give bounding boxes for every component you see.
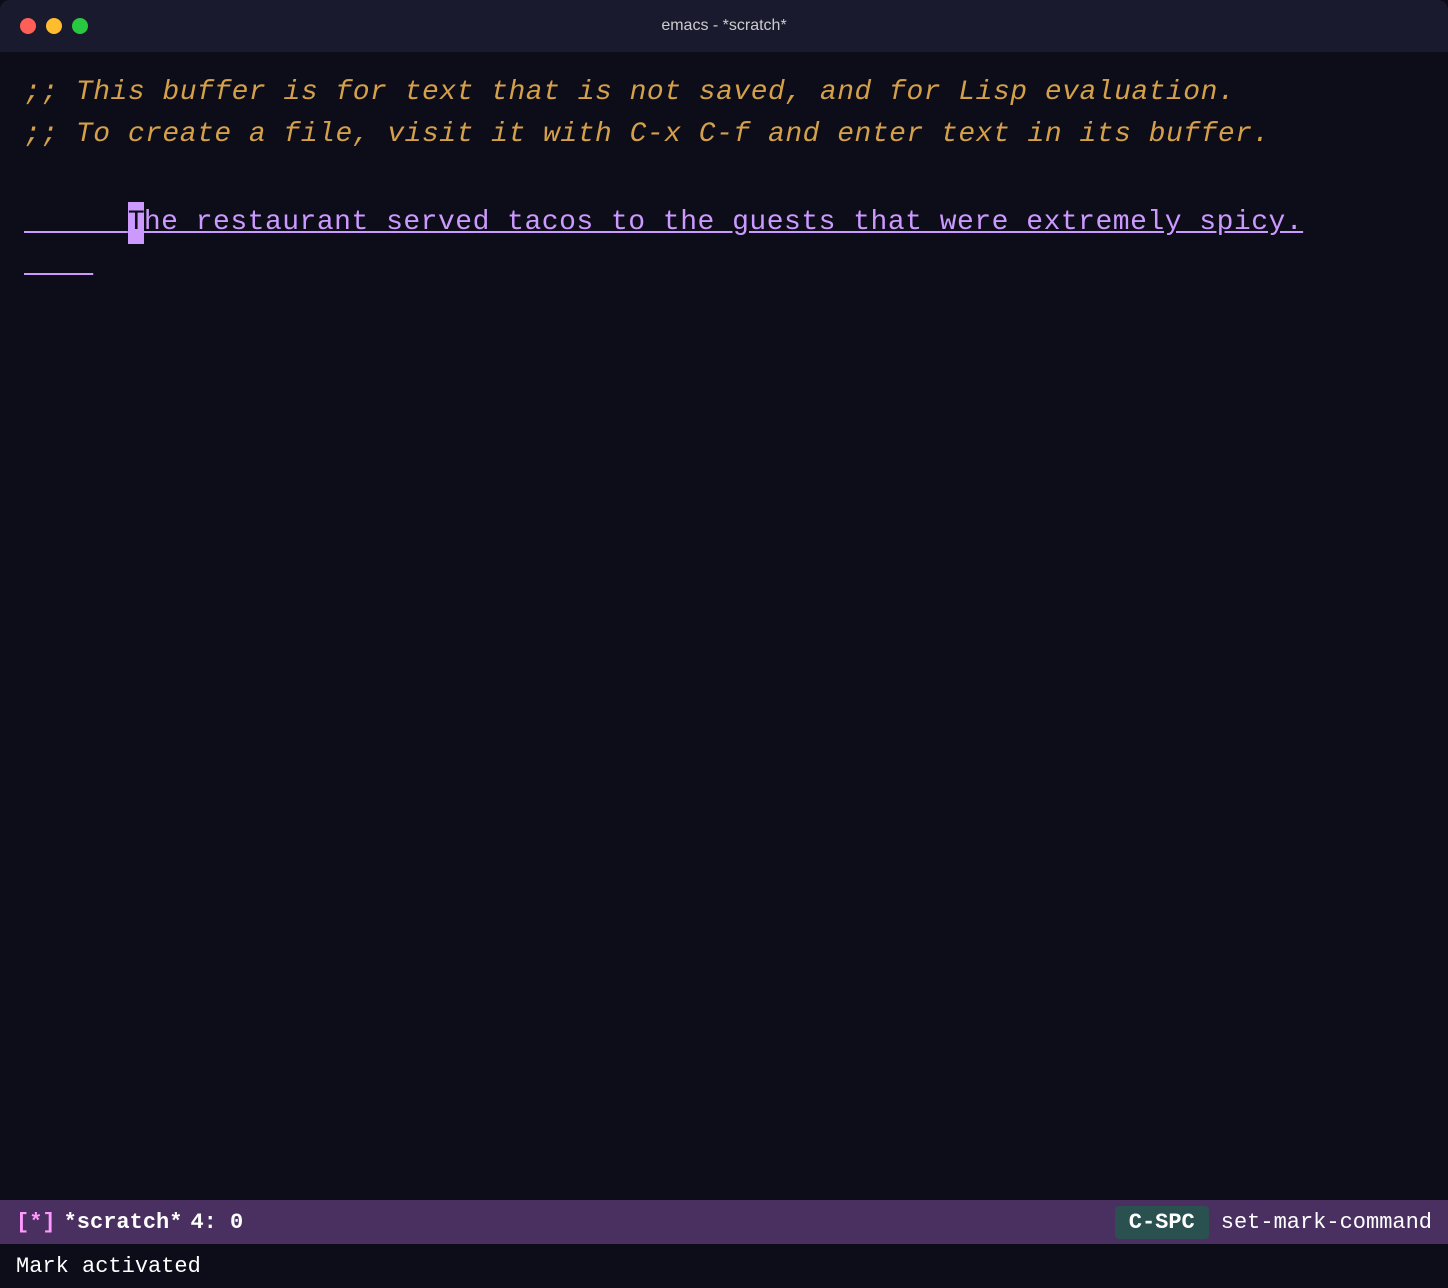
comment-line-2: ;; To create a file, visit it with C-x C…: [24, 114, 1424, 156]
mode-line-position: 4: 0: [190, 1210, 243, 1235]
mode-line-buffer-name: *scratch*: [64, 1210, 183, 1235]
minimize-button[interactable]: [46, 18, 62, 34]
content-line: The restaurant served tacos to the guest…: [24, 160, 1424, 286]
window-title: emacs - *scratch*: [661, 17, 786, 35]
command-name: set-mark-command: [1221, 1210, 1432, 1235]
comment-line-1: ;; This buffer is for text that is not s…: [24, 72, 1424, 114]
editor-area[interactable]: ;; This buffer is for text that is not s…: [0, 52, 1448, 1200]
traffic-lights: [20, 18, 88, 34]
titlebar: emacs - *scratch*: [0, 0, 1448, 52]
mode-line-right: C-SPC set-mark-command: [1115, 1206, 1432, 1239]
cursor: T: [128, 202, 144, 244]
maximize-button[interactable]: [72, 18, 88, 34]
keybinding-badge: C-SPC: [1115, 1206, 1209, 1239]
mode-line: [*] *scratch* 4: 0 C-SPC set-mark-comman…: [0, 1200, 1448, 1244]
content-after-cursor: he restaurant served tacos to the guests…: [144, 207, 1303, 238]
emacs-window: emacs - *scratch* ;; This buffer is for …: [0, 0, 1448, 1288]
mode-line-indicator: [*]: [16, 1210, 56, 1235]
echo-message: Mark activated: [16, 1254, 201, 1279]
close-button[interactable]: [20, 18, 36, 34]
echo-area: Mark activated: [0, 1244, 1448, 1288]
mode-line-left: [*] *scratch* 4: 0: [16, 1210, 1115, 1235]
